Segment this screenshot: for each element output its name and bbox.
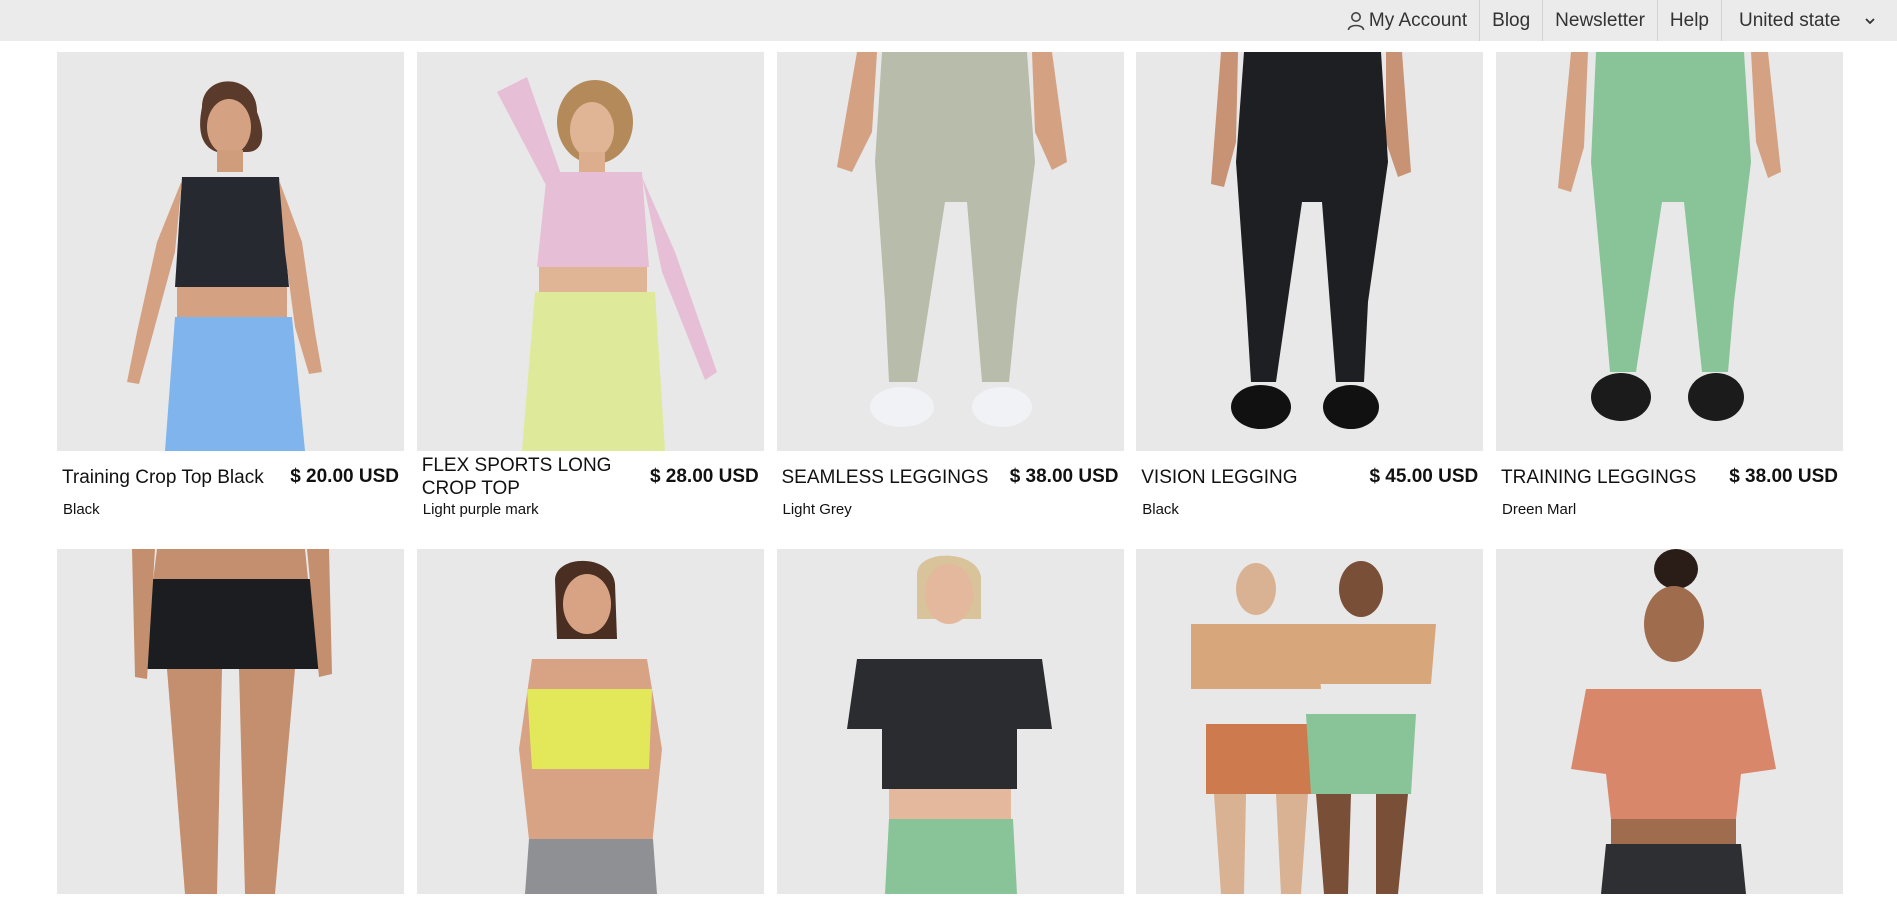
product-info: FLEX SPORTS LONG CROP TOP $ 28.00 USD bbox=[417, 451, 764, 499]
product-grid: Training Crop Top Black $ 20.00 USD Blac… bbox=[57, 52, 1843, 894]
product-image[interactable] bbox=[776, 549, 1124, 894]
region-selector[interactable]: United state bbox=[1721, 0, 1897, 41]
product-image[interactable] bbox=[416, 549, 764, 894]
help-link[interactable]: Help bbox=[1656, 0, 1721, 41]
chevron-down-icon bbox=[1865, 17, 1875, 24]
product-color: Light purple mark bbox=[422, 501, 539, 518]
blog-link[interactable]: Blog bbox=[1479, 0, 1542, 41]
product-info: VISION LEGGING $ 45.00 USD bbox=[1136, 451, 1483, 499]
product-card[interactable] bbox=[416, 549, 764, 894]
product-image[interactable] bbox=[57, 549, 404, 894]
newsletter-label: Newsletter bbox=[1555, 9, 1645, 31]
product-card[interactable]: TRAINING LEGGINGS $ 38.00 USD Dreen Marl bbox=[1496, 52, 1843, 527]
product-price: $ 45.00 USD bbox=[1369, 466, 1479, 487]
my-account-label: My Account bbox=[1368, 9, 1468, 31]
product-image[interactable] bbox=[1136, 549, 1484, 894]
newsletter-link[interactable]: Newsletter bbox=[1542, 0, 1657, 41]
product-name[interactable]: SEAMLESS LEGGINGS bbox=[782, 454, 992, 500]
product-info: Training Crop Top Black $ 20.00 USD bbox=[57, 451, 404, 499]
product-card[interactable]: Training Crop Top Black $ 20.00 USD Blac… bbox=[57, 52, 404, 527]
product-price: $ 28.00 USD bbox=[649, 466, 759, 487]
product-color: Black bbox=[1142, 501, 1179, 518]
product-name[interactable]: FLEX SPORTS LONG CROP TOP bbox=[422, 454, 632, 500]
product-color: Black bbox=[63, 501, 100, 518]
product-image[interactable] bbox=[416, 52, 764, 451]
product-card[interactable]: FLEX SPORTS LONG CROP TOP $ 28.00 USD Li… bbox=[416, 52, 764, 527]
product-color: Light Grey bbox=[782, 501, 852, 518]
product-card[interactable] bbox=[57, 549, 404, 894]
product-name[interactable]: VISION LEGGING bbox=[1141, 454, 1351, 500]
product-price: $ 38.00 USD bbox=[1729, 466, 1838, 487]
product-image[interactable] bbox=[1496, 549, 1843, 894]
product-info: TRAINING LEGGINGS $ 38.00 USD bbox=[1496, 451, 1843, 499]
product-info: SEAMLESS LEGGINGS $ 38.00 USD bbox=[777, 451, 1124, 499]
help-label: Help bbox=[1669, 9, 1709, 31]
product-price: $ 38.00 USD bbox=[1009, 466, 1119, 487]
my-account-link[interactable]: My Account bbox=[1335, 0, 1479, 41]
top-navigation-bar: My Account Blog Newsletter Help United s… bbox=[0, 0, 1897, 41]
product-card[interactable] bbox=[776, 549, 1124, 894]
product-image[interactable] bbox=[57, 52, 404, 451]
product-card[interactable] bbox=[1496, 549, 1843, 894]
top-nav-menu: My Account Blog Newsletter Help United s… bbox=[1335, 0, 1897, 41]
product-name[interactable]: Training Crop Top Black bbox=[62, 454, 272, 500]
product-name[interactable]: TRAINING LEGGINGS bbox=[1501, 454, 1711, 500]
product-price: $ 20.00 USD bbox=[290, 466, 399, 487]
product-card[interactable]: VISION LEGGING $ 45.00 USD Black bbox=[1136, 52, 1484, 527]
product-image[interactable] bbox=[1496, 52, 1843, 451]
blog-label: Blog bbox=[1492, 9, 1531, 31]
product-card[interactable]: SEAMLESS LEGGINGS $ 38.00 USD Light Grey bbox=[776, 52, 1124, 527]
region-label: United state bbox=[1739, 9, 1841, 31]
person-icon bbox=[1347, 11, 1365, 30]
product-image[interactable] bbox=[776, 52, 1124, 451]
product-color: Dreen Marl bbox=[1502, 501, 1577, 518]
product-image[interactable] bbox=[1136, 52, 1484, 451]
product-card[interactable] bbox=[1136, 549, 1484, 894]
